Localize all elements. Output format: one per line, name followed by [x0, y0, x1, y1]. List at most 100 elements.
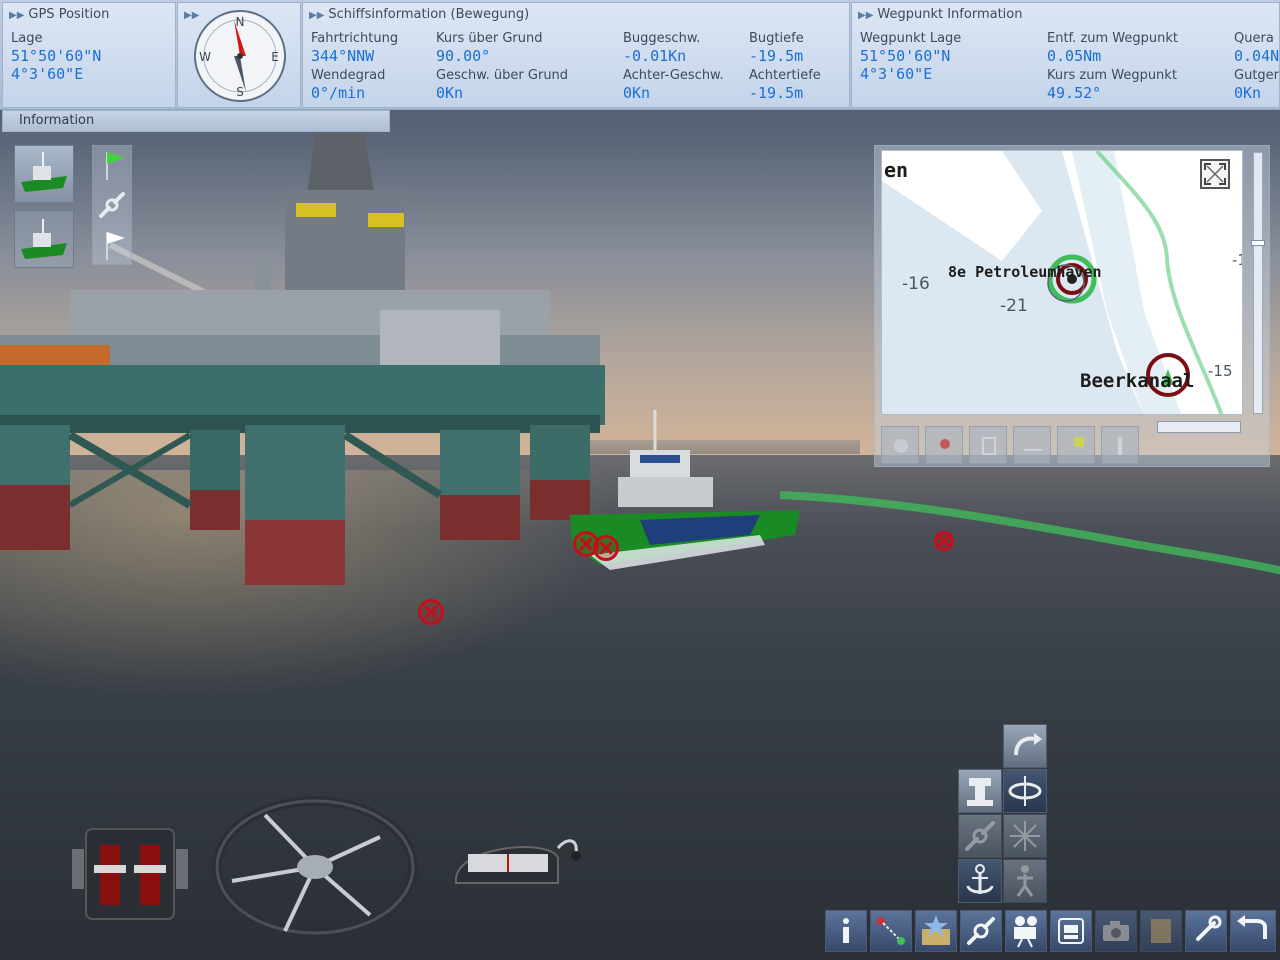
stern-depth-field: Achtertiefe -19.5m [749, 68, 821, 102]
map-opacity-slider[interactable] [1157, 421, 1241, 433]
rope-link-icon[interactable] [95, 188, 131, 224]
camera-button[interactable] [1005, 910, 1047, 952]
good-speed-value: 0Kn [1234, 84, 1262, 102]
collapse-chevron-icon[interactable]: ▶▶ [858, 10, 873, 21]
minimap[interactable]: en -16 -21 -15 -1 8e Petroleumhaven Beer… [881, 150, 1243, 415]
map-tool-2[interactable] [925, 426, 963, 464]
waypoint-distance-value: 0.05Nm [1047, 47, 1102, 65]
ship-info-header[interactable]: ▶▶ Schiffsinformation (Bewegung) [309, 7, 529, 22]
buoy-marker-3[interactable] [418, 599, 444, 625]
waypoint-title: Wegpunkt Information [877, 7, 1023, 22]
gps-latitude: 51°50'60"N [11, 47, 102, 65]
buoy-marker-2[interactable] [593, 535, 619, 561]
turn-rate-label: Wendegrad [311, 68, 386, 83]
map-depth-2: -21 [1000, 296, 1028, 316]
rope-button[interactable] [958, 814, 1002, 858]
map-tool-3[interactable] [969, 426, 1007, 464]
engine-throttle-icon[interactable] [70, 825, 190, 925]
info-icon [843, 918, 849, 943]
compass-s: S [236, 85, 244, 99]
cross-distance-field: Quera 0.04N [1234, 31, 1279, 65]
waypoint-header[interactable]: ▶▶ Wegpunkt Information [858, 7, 1022, 22]
waypoint-course-value: 49.52° [1047, 84, 1102, 102]
cog-value: 90.00° [436, 47, 491, 65]
good-speed-field: Gutger 0Kn [1234, 68, 1279, 102]
compass-e: E [271, 50, 279, 64]
sog-label: Geschw. über Grund [436, 68, 569, 83]
rope-icon [965, 821, 995, 851]
minimap-chart: en -16 -21 -15 -1 8e Petroleumhaven Beer… [882, 151, 1242, 414]
turn-button[interactable] [1003, 724, 1047, 768]
bow-depth-value: -19.5m [749, 47, 804, 65]
person-button[interactable] [1003, 859, 1047, 903]
settings-button[interactable] [1185, 910, 1227, 952]
rudder-indicator-icon[interactable] [450, 828, 590, 898]
gps-lage-label: Lage [11, 31, 43, 46]
waypoint-course-label: Kurs zum Wegpunkt [1047, 68, 1177, 83]
heading-field: Fahrtrichtung 344°NNW [311, 31, 398, 65]
green-flag-icon[interactable] [95, 148, 131, 184]
photo-button[interactable] [1095, 910, 1137, 952]
map-tool-6[interactable] [1101, 426, 1139, 464]
star-map-button[interactable] [915, 910, 957, 952]
waypoint-position-field: Wegpunkt Lage 51°50'60"N 4°3'60"E [860, 31, 961, 83]
compass-rose-icon [1010, 821, 1040, 851]
map-depth-3: -15 [1208, 362, 1233, 380]
gps-panel-header[interactable]: ▶▶ GPS Position [9, 7, 109, 22]
steering-wheel-icon[interactable] [210, 795, 420, 945]
map-tool-1[interactable] [881, 426, 919, 464]
map-flag-icon [1074, 437, 1084, 447]
stern-speed-label: Achter-Geschw. [623, 68, 724, 83]
map-arrow-icon [1118, 437, 1122, 455]
game-scene [0, 0, 1280, 960]
bow-speed-field: Buggeschw. -0.01Kn [623, 31, 700, 65]
person-icon [1016, 865, 1034, 897]
machine-telegraph-button[interactable] [1050, 910, 1092, 952]
gps-position-field: Lage 51°50'60"N 4°3'60"E [11, 31, 101, 83]
rotate-button[interactable] [1003, 769, 1047, 813]
camera-icon [1014, 916, 1037, 948]
compass-rose-button[interactable] [1003, 814, 1047, 858]
route-line [780, 491, 1280, 575]
map-harbor-2: Beerkanaal [1080, 370, 1194, 392]
waypoint-distance-field: Entf. zum Wegpunkt 0.05Nm [1047, 31, 1178, 65]
white-flag-icon[interactable] [95, 228, 131, 264]
heading-label: Fahrtrichtung [311, 31, 399, 46]
good-speed-label: Gutger [1234, 68, 1280, 83]
machine-telegraph-icon [1058, 918, 1084, 944]
map-tool-5[interactable] [1057, 426, 1095, 464]
map-depth-1: -16 [902, 274, 930, 294]
speed-over-ground-field: Geschw. über Grund 0Kn [436, 68, 568, 102]
map-sphere-icon [894, 439, 908, 453]
back-button[interactable] [1230, 910, 1276, 952]
collapse-chevron-icon[interactable]: ▶▶ [309, 10, 324, 21]
notepad-button[interactable] [1140, 910, 1182, 952]
turn-rate-field: Wendegrad 0°/min [311, 68, 385, 102]
waypoint-latitude: 51°50'60"N [860, 47, 951, 65]
anchor-button[interactable] [958, 859, 1002, 903]
bow-speed-value: -0.01Kn [623, 47, 687, 65]
fullscreen-icon[interactable] [1200, 159, 1230, 189]
map-zoom-handle[interactable] [1251, 240, 1265, 246]
marker-tools [92, 145, 132, 265]
ship-view-button[interactable] [14, 145, 74, 203]
mooring-rope-button[interactable] [960, 910, 1002, 952]
stern-depth-value: -19.5m [749, 84, 804, 102]
ship-view-2-button[interactable] [14, 210, 74, 268]
information-tab[interactable]: Information [2, 110, 390, 132]
course-over-ground-field: Kurs über Grund 90.00° [436, 31, 542, 65]
map-zoom-track[interactable] [1253, 152, 1263, 414]
map-harbor-1: 8e Petroleumhaven [948, 263, 1102, 281]
ship-view-2-icon [21, 219, 67, 259]
bollard-button[interactable] [958, 769, 1002, 813]
collapse-chevron-icon[interactable]: ▶▶ [9, 10, 24, 21]
bow-depth-label: Bugtiefe [749, 31, 804, 46]
bow-depth-field: Bugtiefe -19.5m [749, 31, 804, 65]
route-button[interactable] [870, 910, 912, 952]
bollard-icon [967, 778, 993, 806]
info-button[interactable] [825, 910, 867, 952]
map-tool-4[interactable] [1013, 426, 1051, 464]
gps-panel: ▶▶ GPS Position Lage 51°50'60"N 4°3'60"E [2, 2, 176, 108]
buoy-marker-4[interactable] [934, 531, 954, 551]
waypoint-longitude: 4°3'60"E [860, 65, 933, 83]
